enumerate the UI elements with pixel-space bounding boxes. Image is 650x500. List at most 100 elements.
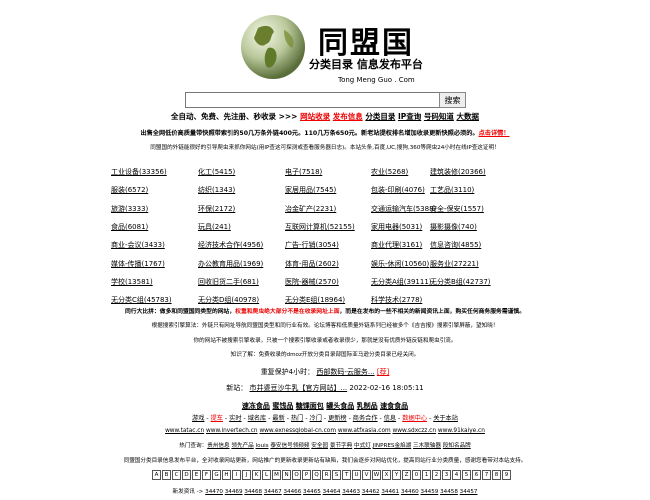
search-button[interactable]: 搜索 [439,92,466,108]
nav-item[interactable]: 分类目录 [365,112,395,121]
category-link[interactable]: 冶金矿产(2231) [285,204,336,214]
hot-search-link[interactable]: 泰安信号领频频 [270,443,309,449]
category-link[interactable]: 农业(5268) [371,167,408,177]
alphabet-key[interactable]: X [382,470,391,480]
food-link[interactable]: 罐头食品 [326,402,354,410]
alphabet-key[interactable]: B [162,470,171,480]
hot-search-link[interactable]: 贵州信息 [207,443,229,449]
alphabet-key[interactable]: 6 [472,470,481,480]
new-post-link[interactable]: 34462 [362,489,380,495]
new-post-link[interactable]: 34459 [421,489,439,495]
alphabet-key[interactable]: 2 [432,470,441,480]
footer-nav-link[interactable]: 域名库 [248,415,267,422]
category-link[interactable]: 工艺品(3110) [430,185,474,195]
category-link[interactable]: 信息咨询(4855) [430,240,481,250]
category-link[interactable]: 娱乐-休闲(10560) [371,259,429,269]
alphabet-key[interactable]: M [272,470,281,480]
alphabet-key[interactable]: H [222,470,231,480]
new-post-link[interactable]: 34457 [460,489,478,495]
hot-search-link[interactable]: louis [256,443,269,449]
alphabet-key[interactable]: E [192,470,201,480]
friend-site-link[interactable]: www.tatac.cn [165,428,204,434]
new-post-link[interactable]: 34464 [323,489,341,495]
alphabet-key[interactable]: 5 [462,470,471,480]
new-post-link[interactable]: 34470 [205,489,223,495]
alphabet-key[interactable]: P [302,470,311,480]
new-post-link[interactable]: 34460 [401,489,419,495]
nav-item[interactable]: 大数据 [457,112,480,121]
category-link[interactable]: 办公教育用品(1969) [198,259,263,269]
alphabet-key[interactable]: S [332,470,341,480]
category-link[interactable]: 摄影摄像(740) [430,222,477,232]
alphabet-key[interactable]: R [322,470,331,480]
category-link[interactable]: 纺织(1343) [198,185,235,195]
category-link[interactable]: 互联网计算机(52155) [285,222,355,232]
footer-nav-link[interactable]: 商务合作 [353,415,378,422]
alphabet-key[interactable]: Y [392,470,401,480]
category-link[interactable]: 无分类D组(40978) [198,295,259,305]
category-link[interactable]: 包装-印刷(4076) [371,185,425,195]
alphabet-key[interactable]: K [252,470,261,480]
new-post-link[interactable]: 34468 [244,489,262,495]
category-link[interactable]: 服务业(27221) [430,259,479,269]
category-link[interactable]: 食品(6081) [111,222,148,232]
recommend-badge[interactable]: [荐] [377,368,389,376]
category-link[interactable]: 交通运输汽车(5388) [371,204,436,214]
alphabet-key[interactable]: U [352,470,361,480]
friend-site-link[interactable]: www.91kaiye.cn [438,428,485,434]
food-link[interactable]: 速食食品 [380,402,408,410]
nav-item[interactable]: 网站收录 [300,112,330,121]
category-link[interactable]: 家用电器(5031) [371,222,422,232]
alphabet-key[interactable]: Z [402,470,411,480]
alphabet-key[interactable]: D [182,470,191,480]
hot-search-link[interactable]: 三木联轴器 [413,443,441,449]
footer-nav-link[interactable]: 更新榜 [328,415,347,422]
alphabet-key[interactable]: C [172,470,181,480]
alphabet-key[interactable]: F [202,470,211,480]
food-link[interactable]: 速冻食品 [242,402,270,410]
footer-nav-link[interactable]: 游戏 [192,415,204,422]
hot-search-link[interactable]: 景节字典 [330,443,352,449]
alphabet-key[interactable]: V [362,470,371,480]
category-link[interactable]: 商业代理(3161) [371,240,422,250]
alphabet-key[interactable]: Q [312,470,321,480]
alphabet-key[interactable]: W [372,470,381,480]
footer-nav-link[interactable]: 冷门 [310,415,322,422]
friend-site-link[interactable]: www.sdxczz.cn [393,428,437,434]
category-link[interactable]: 广告-行销(3054) [285,240,339,250]
footer-nav-link[interactable]: 信息 [384,415,396,422]
footer-nav-link[interactable]: 数据中心 [402,415,427,422]
alphabet-key[interactable]: O [292,470,301,480]
new-post-link[interactable]: 34469 [225,489,243,495]
category-link[interactable]: 工业设备(33356) [111,167,167,177]
new-post-link[interactable]: 34467 [264,489,282,495]
promo-details-link[interactable]: 点击详情！ [479,130,510,137]
alphabet-key[interactable]: 1 [422,470,431,480]
new-post-link[interactable]: 34461 [381,489,399,495]
category-link[interactable]: 环保(2172) [198,204,235,214]
search-input[interactable] [185,92,441,108]
alphabet-key[interactable]: N [282,470,291,480]
category-link[interactable]: 服装(6572) [111,185,148,195]
alphabet-key[interactable]: 7 [482,470,491,480]
new-post-link[interactable]: 34465 [303,489,321,495]
friend-site-link[interactable]: www.exnessglobal-cn.com [259,428,336,434]
category-link[interactable]: 无分类C组(45783) [111,295,172,305]
alphabet-key[interactable]: G [212,470,221,480]
category-link[interactable]: 无分类E组(18964) [285,295,345,305]
hot-search-link[interactable]: 段知名品牌 [443,443,471,449]
new-post-link[interactable]: 34458 [440,489,458,495]
category-link[interactable]: 无分类A组(39111) [371,277,432,287]
hot-search-link[interactable]: 中式灯 [354,443,371,449]
footer-nav-link[interactable]: 实时 [229,415,241,422]
nav-item[interactable]: IP查询 [398,112,421,121]
footer-nav-link[interactable]: 提车 [211,415,223,422]
hot-search-link[interactable]: 安全园 [311,443,328,449]
alphabet-key[interactable]: 8 [492,470,501,480]
protected-link[interactable]: 西部数码-云服务... [316,368,374,376]
friend-site-link[interactable]: www.atfxasia.com [338,428,391,434]
category-link[interactable]: 家居用品(7545) [285,185,336,195]
category-link[interactable]: 玩具(241) [198,222,231,232]
alphabet-key[interactable]: 0 [412,470,421,480]
category-link[interactable]: 旅游(3333) [111,204,148,214]
